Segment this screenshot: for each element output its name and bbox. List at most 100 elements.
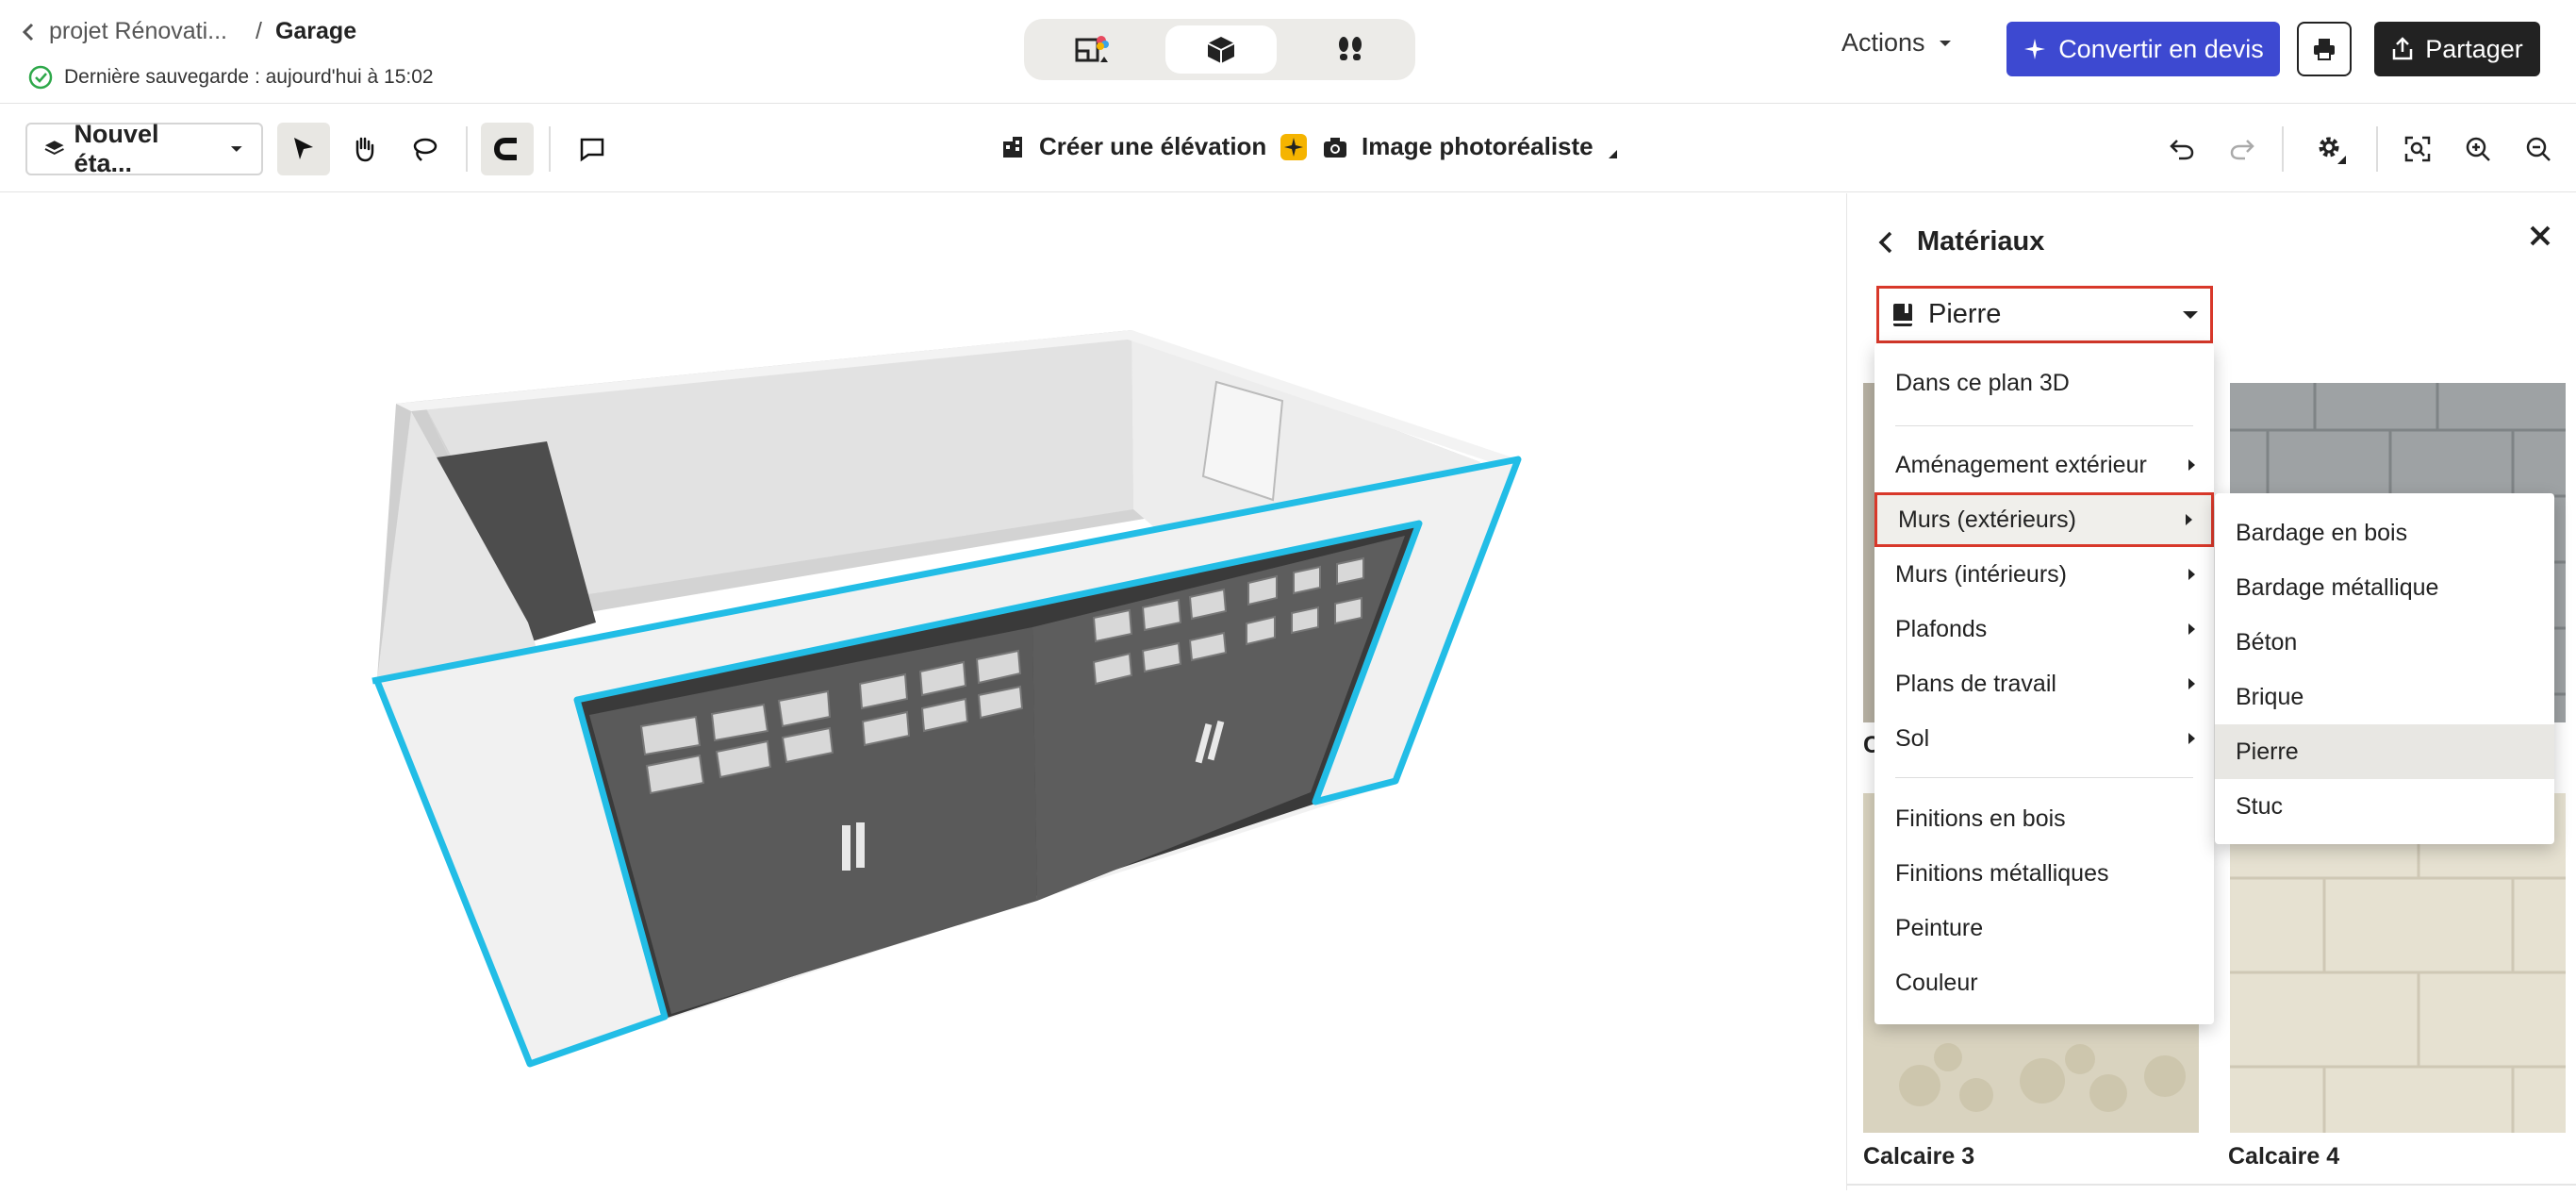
undo-button[interactable] xyxy=(2155,123,2208,175)
dropdown-item-label: Murs (intérieurs) xyxy=(1895,560,2067,588)
printer-icon xyxy=(2314,39,2335,60)
dropdown-item[interactable]: Sol xyxy=(1874,711,2214,766)
redo-button[interactable] xyxy=(2216,123,2269,175)
walkthrough-icon[interactable] xyxy=(1295,25,1406,74)
3d-viewport[interactable] xyxy=(0,193,1846,1190)
submenu-item[interactable]: Béton xyxy=(2215,615,2554,670)
toolbar-divider xyxy=(549,126,551,172)
redo-icon xyxy=(2230,140,2254,160)
lasso-tool[interactable] xyxy=(398,123,451,175)
create-elevation-button[interactable]: Créer une élévation xyxy=(999,132,1308,161)
select-tool[interactable] xyxy=(277,123,330,175)
caret-down-icon xyxy=(1939,40,1951,46)
sparkle-icon xyxy=(2024,39,2046,59)
layers-icon xyxy=(44,141,64,155)
dropdown-divider xyxy=(1895,777,2193,778)
chevron-left-icon[interactable] xyxy=(21,22,36,42)
submenu-item-selected[interactable]: Pierre xyxy=(2215,724,2554,779)
undo-icon xyxy=(2170,140,2194,160)
dropdown-item-label: Finitions métalliques xyxy=(1895,859,2109,887)
pan-tool[interactable] xyxy=(338,123,390,175)
comment-tool[interactable] xyxy=(566,123,619,175)
swatch-thumbnail[interactable] xyxy=(2230,793,2566,1133)
dropdown-item-label: Plans de travail xyxy=(1895,670,2056,697)
plan-2d-icon[interactable] xyxy=(1036,25,1148,74)
share-button[interactable]: Partager xyxy=(2374,22,2540,76)
zoom-in-button[interactable] xyxy=(2452,123,2504,175)
dropdown-divider xyxy=(1895,425,2193,426)
toolbar-divider xyxy=(2376,126,2378,172)
dropdown-item[interactable]: Finitions en bois xyxy=(1874,791,2214,846)
gear-icon xyxy=(2319,137,2346,164)
dropdown-item-label: Plafonds xyxy=(1895,615,1988,642)
category-dropdown: Dans ce plan 3D Aménagement extérieur Mu… xyxy=(1874,343,2214,1024)
exterior-walls-submenu: Bardage en bois Bardage métallique Béton… xyxy=(2215,493,2554,844)
submenu-item-label: Bardage en bois xyxy=(2236,519,2408,546)
breadcrumb-current[interactable]: Garage xyxy=(275,18,356,45)
fit-view-button[interactable] xyxy=(2391,123,2444,175)
submenu-item-label: Béton xyxy=(2236,628,2298,656)
submenu-item[interactable]: Brique xyxy=(2215,670,2554,724)
submenu-item-label: Brique xyxy=(2236,683,2304,710)
dropdown-item[interactable]: Plans de travail xyxy=(1874,656,2214,711)
zoom-out-icon xyxy=(2526,137,2551,161)
dropdown-item-label: Finitions en bois xyxy=(1895,805,2066,832)
submenu-arrow-icon xyxy=(2188,569,2195,580)
dropdown-item[interactable]: Murs (intérieurs) xyxy=(1874,547,2214,602)
lasso-icon xyxy=(413,138,438,161)
breadcrumb-project[interactable]: projet Rénovati... xyxy=(49,18,227,45)
panel-title: Matériaux xyxy=(1917,226,2045,257)
dropdown-item[interactable]: Plafonds xyxy=(1874,602,2214,656)
breadcrumb: projet Rénovati... / Garage xyxy=(21,18,356,45)
print-button[interactable] xyxy=(2297,22,2352,76)
save-status: Dernière sauvegarde : aujourd'hui à 15:0… xyxy=(28,65,434,90)
submenu-item-label: Stuc xyxy=(2236,792,2284,820)
share-label: Partager xyxy=(2425,34,2523,63)
dropdown-item[interactable]: Finitions métalliques xyxy=(1874,846,2214,901)
zoom-out-button[interactable] xyxy=(2512,123,2565,175)
dropdown-item-label: Aménagement extérieur xyxy=(1895,451,2147,478)
toolbar-divider xyxy=(466,126,468,172)
dropdown-item-highlighted[interactable]: Murs (extérieurs) xyxy=(1874,492,2214,547)
cursor-arrow-icon xyxy=(294,138,313,159)
camera-icon xyxy=(1324,137,1346,158)
focus-frame-icon xyxy=(2404,136,2431,162)
photorealistic-image-button[interactable]: Image photoréaliste xyxy=(1322,132,1618,161)
material-category-select[interactable]: Pierre xyxy=(1876,286,2213,343)
back-chevron-icon[interactable] xyxy=(1875,229,1896,256)
panel-header: Matériaux xyxy=(1875,226,2044,257)
dropdown-item-label: Dans ce plan 3D xyxy=(1895,369,2070,396)
submenu-item[interactable]: Bardage métallique xyxy=(2215,560,2554,615)
photorealistic-label: Image photoréaliste xyxy=(1362,132,1593,160)
dropdown-item[interactable]: Peinture xyxy=(1874,901,2214,955)
garage-3d-model[interactable] xyxy=(0,193,1846,1190)
level-selector[interactable]: Nouvel éta... xyxy=(25,120,263,177)
submenu-arrow-icon xyxy=(2186,514,2192,525)
actions-label: Actions xyxy=(1841,28,1925,57)
swatch-label: Calcaire 4 xyxy=(2228,1143,2340,1170)
view-mode-switcher xyxy=(1024,19,1415,80)
close-icon[interactable] xyxy=(2526,222,2554,250)
create-elevation-label: Créer une élévation xyxy=(1039,132,1267,160)
breadcrumb-separator: / xyxy=(256,18,262,44)
share-icon xyxy=(2392,37,2413,60)
submenu-item[interactable]: Bardage en bois xyxy=(2215,506,2554,560)
submenu-arrow-icon xyxy=(2188,678,2195,689)
convert-to-quote-button[interactable]: Convertir en devis xyxy=(2006,22,2280,76)
submenu-item[interactable]: Stuc xyxy=(2215,779,2554,834)
top-bar: projet Rénovati... / Garage Dernière sau… xyxy=(0,0,2576,104)
convert-label: Convertir en devis xyxy=(2058,34,2264,63)
actions-menu[interactable]: Actions xyxy=(1841,28,1952,58)
dropdown-item-label: Couleur xyxy=(1895,969,1978,996)
dropdown-item[interactable]: Aménagement extérieur xyxy=(1874,438,2214,492)
settings-button[interactable] xyxy=(2304,123,2357,175)
level-label: Nouvel éta... xyxy=(74,120,159,177)
view-3d-icon[interactable] xyxy=(1165,25,1277,74)
dropdown-item[interactable]: Dans ce plan 3D xyxy=(1874,356,2214,410)
dropdown-item[interactable]: Couleur xyxy=(1874,955,2214,1010)
magnet-snap-tool[interactable] xyxy=(481,123,534,175)
building-icon xyxy=(1003,136,1022,158)
category-selected-label: Pierre xyxy=(1928,299,2002,329)
zoom-in-icon xyxy=(2466,137,2490,161)
book-icon xyxy=(1893,303,1912,326)
